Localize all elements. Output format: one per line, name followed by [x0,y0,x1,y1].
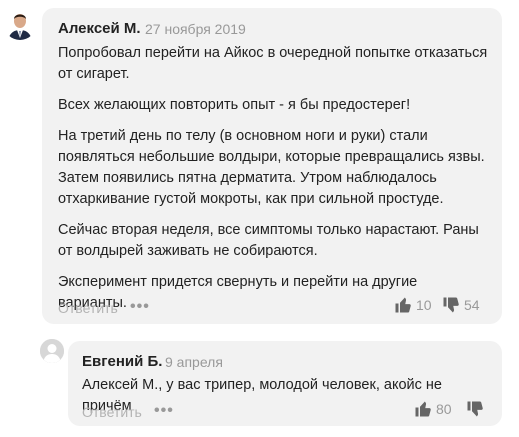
thumbs-up-icon [395,297,411,313]
author-avatar[interactable] [4,8,36,40]
comment-paragraph-2: Всех желающих повторить опыт - я бы пред… [58,97,411,113]
like-count: 10 [416,297,432,313]
reply-date: 9 апреля [165,354,223,370]
reply-dislike-button[interactable] [466,400,484,418]
reply-like-button[interactable]: 80 [414,400,452,418]
comment-date: 27 ноября 2019 [145,21,246,37]
default-user-icon [40,339,64,363]
thumbs-up-icon [415,401,431,417]
reply-more-options-button[interactable]: ••• [154,402,174,420]
more-options-button[interactable]: ••• [130,298,150,316]
reply-author[interactable]: Евгений Б. [82,353,162,370]
like-button[interactable]: 10 [394,296,432,314]
reply-like-count: 80 [436,401,452,417]
reply-author-avatar[interactable] [40,339,64,363]
thumbs-down-icon [443,297,459,313]
comment-card: Алексей М. 27 ноября 2019 Попробовал пер… [42,8,502,324]
comment-author[interactable]: Алексей М. [58,20,141,37]
comment-paragraph-1: Попробовал перейти на Айкос в очередной … [58,45,488,82]
reply-reply-button[interactable]: Ответить [82,404,142,420]
person-avatar-icon [4,8,36,40]
dislike-button[interactable]: 54 [442,296,480,314]
comment-paragraph-3: На третий день по телу (в основном ноги … [58,128,485,207]
comment-paragraph-4: Сейчас вторая неделя, все симптомы тольк… [58,222,479,259]
thumbs-down-icon [467,401,483,417]
reply-card: Евгений Б. 9 апреля Алексей М., у вас тр… [68,341,502,426]
dislike-count: 54 [464,297,480,313]
reply-button[interactable]: Ответить [58,300,118,316]
